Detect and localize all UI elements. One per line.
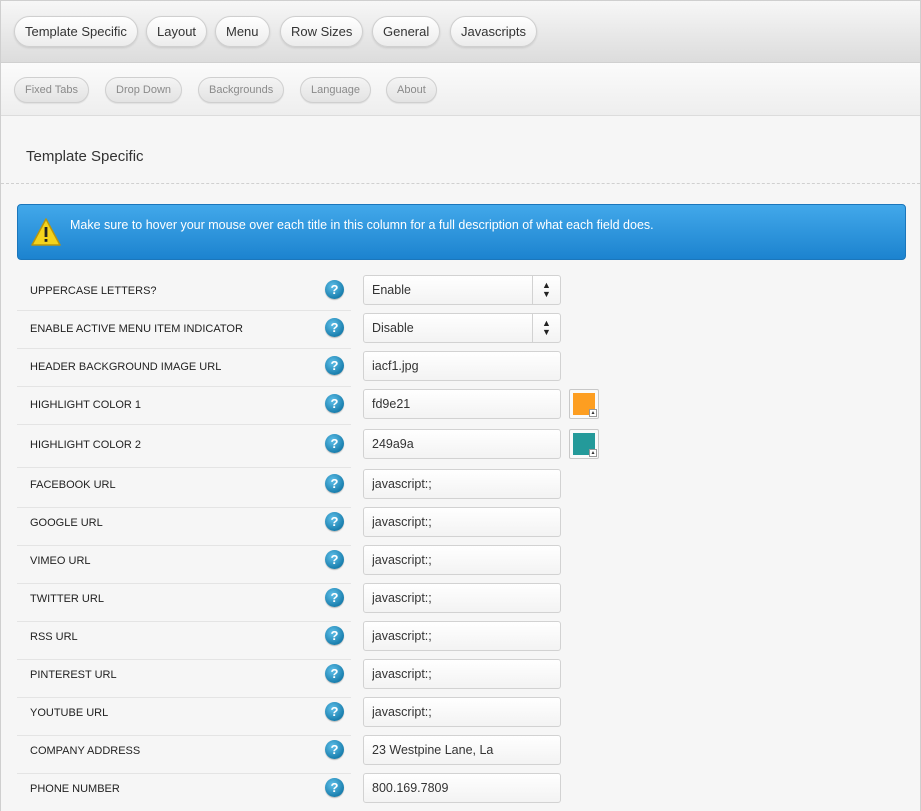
- setting-input[interactable]: [363, 429, 561, 459]
- warning-icon: [31, 218, 61, 246]
- setting-label: ENABLE ACTIVE MENU ITEM INDICATOR: [30, 323, 243, 335]
- setting-label: HIGHLIGHT COLOR 1: [30, 399, 142, 411]
- select-value: Enable: [372, 283, 411, 297]
- setting-label: UPPERCASE LETTERS?: [30, 285, 157, 297]
- row-divider: [17, 621, 351, 622]
- setting-input[interactable]: [363, 735, 561, 765]
- notice-text: Make sure to hover your mouse over each …: [70, 218, 654, 232]
- select-value: Disable: [372, 321, 414, 335]
- section-title: Template Specific: [26, 148, 144, 165]
- setting-label: FACEBOOK URL: [30, 479, 116, 491]
- tab-layout[interactable]: Layout: [146, 16, 208, 47]
- color-picker-swatch[interactable]: ▴: [569, 389, 599, 419]
- help-icon[interactable]: ?: [325, 356, 344, 375]
- setting-input[interactable]: [363, 697, 561, 727]
- tab-template-specific[interactable]: Template Specific: [14, 16, 138, 47]
- subtab-language[interactable]: Language: [300, 77, 371, 103]
- setting-input[interactable]: [363, 507, 561, 537]
- subtab-about[interactable]: About: [386, 77, 437, 103]
- setting-input[interactable]: [363, 583, 561, 613]
- row-divider: [17, 697, 351, 698]
- select-arrows-icon[interactable]: ▲ ▼: [532, 276, 560, 304]
- help-icon[interactable]: ?: [325, 626, 344, 645]
- row-divider: [17, 424, 351, 425]
- picker-arrow-icon: ▴: [589, 409, 597, 417]
- help-icon[interactable]: ?: [325, 512, 344, 531]
- help-icon[interactable]: ?: [325, 474, 344, 493]
- setting-label: RSS URL: [30, 631, 78, 643]
- section-divider: [1, 183, 920, 184]
- setting-label: HIGHLIGHT COLOR 2: [30, 439, 142, 451]
- setting-select[interactable]: Disable ▲ ▼: [363, 313, 561, 343]
- setting-input[interactable]: [363, 469, 561, 499]
- help-icon[interactable]: ?: [325, 550, 344, 569]
- row-divider: [17, 386, 351, 387]
- row-divider: [17, 583, 351, 584]
- color-picker-swatch[interactable]: ▴: [569, 429, 599, 459]
- help-icon[interactable]: ?: [325, 740, 344, 759]
- main-tab-bar: Template Specific Layout Menu Row Sizes …: [1, 1, 920, 63]
- row-divider: [17, 545, 351, 546]
- setting-input[interactable]: [363, 621, 561, 651]
- tab-menu[interactable]: Menu: [215, 16, 270, 47]
- setting-label: PHONE NUMBER: [30, 783, 120, 795]
- subtab-fixed-tabs[interactable]: Fixed Tabs: [14, 77, 89, 103]
- setting-input[interactable]: [363, 351, 561, 381]
- setting-label: PINTEREST URL: [30, 669, 117, 681]
- row-divider: [17, 659, 351, 660]
- setting-input[interactable]: [363, 773, 561, 803]
- setting-label: HEADER BACKGROUND IMAGE URL: [30, 361, 222, 373]
- setting-input[interactable]: [363, 659, 561, 689]
- setting-select[interactable]: Enable ▲ ▼: [363, 275, 561, 305]
- tab-javascripts[interactable]: Javascripts: [450, 16, 538, 47]
- setting-label: GOOGLE URL: [30, 517, 103, 529]
- row-divider: [17, 507, 351, 508]
- help-icon[interactable]: ?: [325, 318, 344, 337]
- picker-arrow-icon: ▴: [589, 449, 597, 457]
- subtab-drop-down[interactable]: Drop Down: [105, 77, 183, 103]
- setting-label: VIMEO URL: [30, 555, 91, 567]
- help-icon[interactable]: ?: [325, 664, 344, 683]
- help-icon[interactable]: ?: [325, 778, 344, 797]
- setting-input[interactable]: [363, 545, 561, 575]
- help-icon[interactable]: ?: [325, 434, 344, 453]
- info-notice: Make sure to hover your mouse over each …: [17, 204, 906, 260]
- row-divider: [17, 348, 351, 349]
- setting-label: TWITTER URL: [30, 593, 104, 605]
- tab-general[interactable]: General: [372, 16, 441, 47]
- tab-row-sizes[interactable]: Row Sizes: [280, 16, 364, 47]
- subtab-backgrounds[interactable]: Backgrounds: [198, 77, 285, 103]
- setting-input[interactable]: [363, 389, 561, 419]
- row-divider: [17, 773, 351, 774]
- row-divider: [17, 735, 351, 736]
- row-divider: [17, 467, 351, 468]
- help-icon[interactable]: ?: [325, 588, 344, 607]
- help-icon[interactable]: ?: [325, 394, 344, 413]
- sub-tab-bar: Fixed Tabs Drop Down Backgrounds Languag…: [1, 63, 920, 116]
- setting-label: YOUTUBE URL: [30, 707, 109, 719]
- help-icon[interactable]: ?: [325, 280, 344, 299]
- select-arrows-icon[interactable]: ▲ ▼: [532, 314, 560, 342]
- help-icon[interactable]: ?: [325, 702, 344, 721]
- setting-label: COMPANY ADDRESS: [30, 745, 141, 757]
- admin-panel: Template Specific Layout Menu Row Sizes …: [0, 0, 921, 811]
- row-divider: [17, 310, 351, 311]
